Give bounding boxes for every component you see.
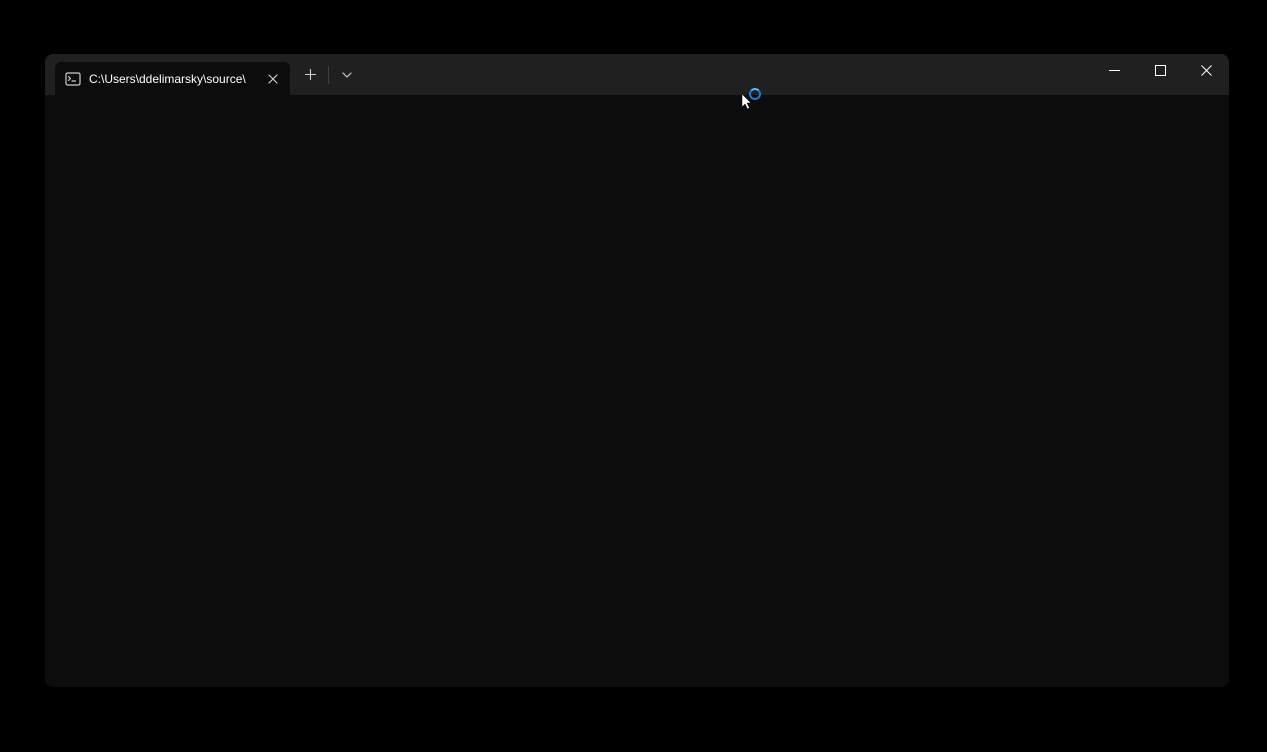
close-button[interactable] xyxy=(1183,54,1229,86)
chevron-down-icon xyxy=(342,72,352,78)
maximize-button[interactable] xyxy=(1137,54,1183,86)
tab-dropdown-button[interactable] xyxy=(331,59,363,91)
tab-actions xyxy=(290,54,363,95)
close-icon xyxy=(1201,65,1212,76)
plus-icon xyxy=(305,69,316,80)
minimize-button[interactable] xyxy=(1091,54,1137,86)
divider xyxy=(328,66,329,84)
minimize-icon xyxy=(1109,70,1120,71)
close-icon xyxy=(268,74,278,84)
tab-active[interactable]: C:\Users\ddelimarsky\source\ xyxy=(55,62,290,95)
maximize-icon xyxy=(1155,65,1166,76)
terminal-content-area[interactable] xyxy=(45,95,1229,687)
window-controls xyxy=(1091,54,1229,86)
tab-close-button[interactable] xyxy=(264,70,282,88)
titlebar[interactable]: C:\Users\ddelimarsky\source\ xyxy=(45,54,1229,95)
terminal-icon xyxy=(65,71,81,87)
new-tab-button[interactable] xyxy=(294,59,326,91)
tab-title: C:\Users\ddelimarsky\source\ xyxy=(89,72,256,86)
tabs-area: C:\Users\ddelimarsky\source\ xyxy=(45,54,363,95)
terminal-window: C:\Users\ddelimarsky\source\ xyxy=(45,54,1229,687)
